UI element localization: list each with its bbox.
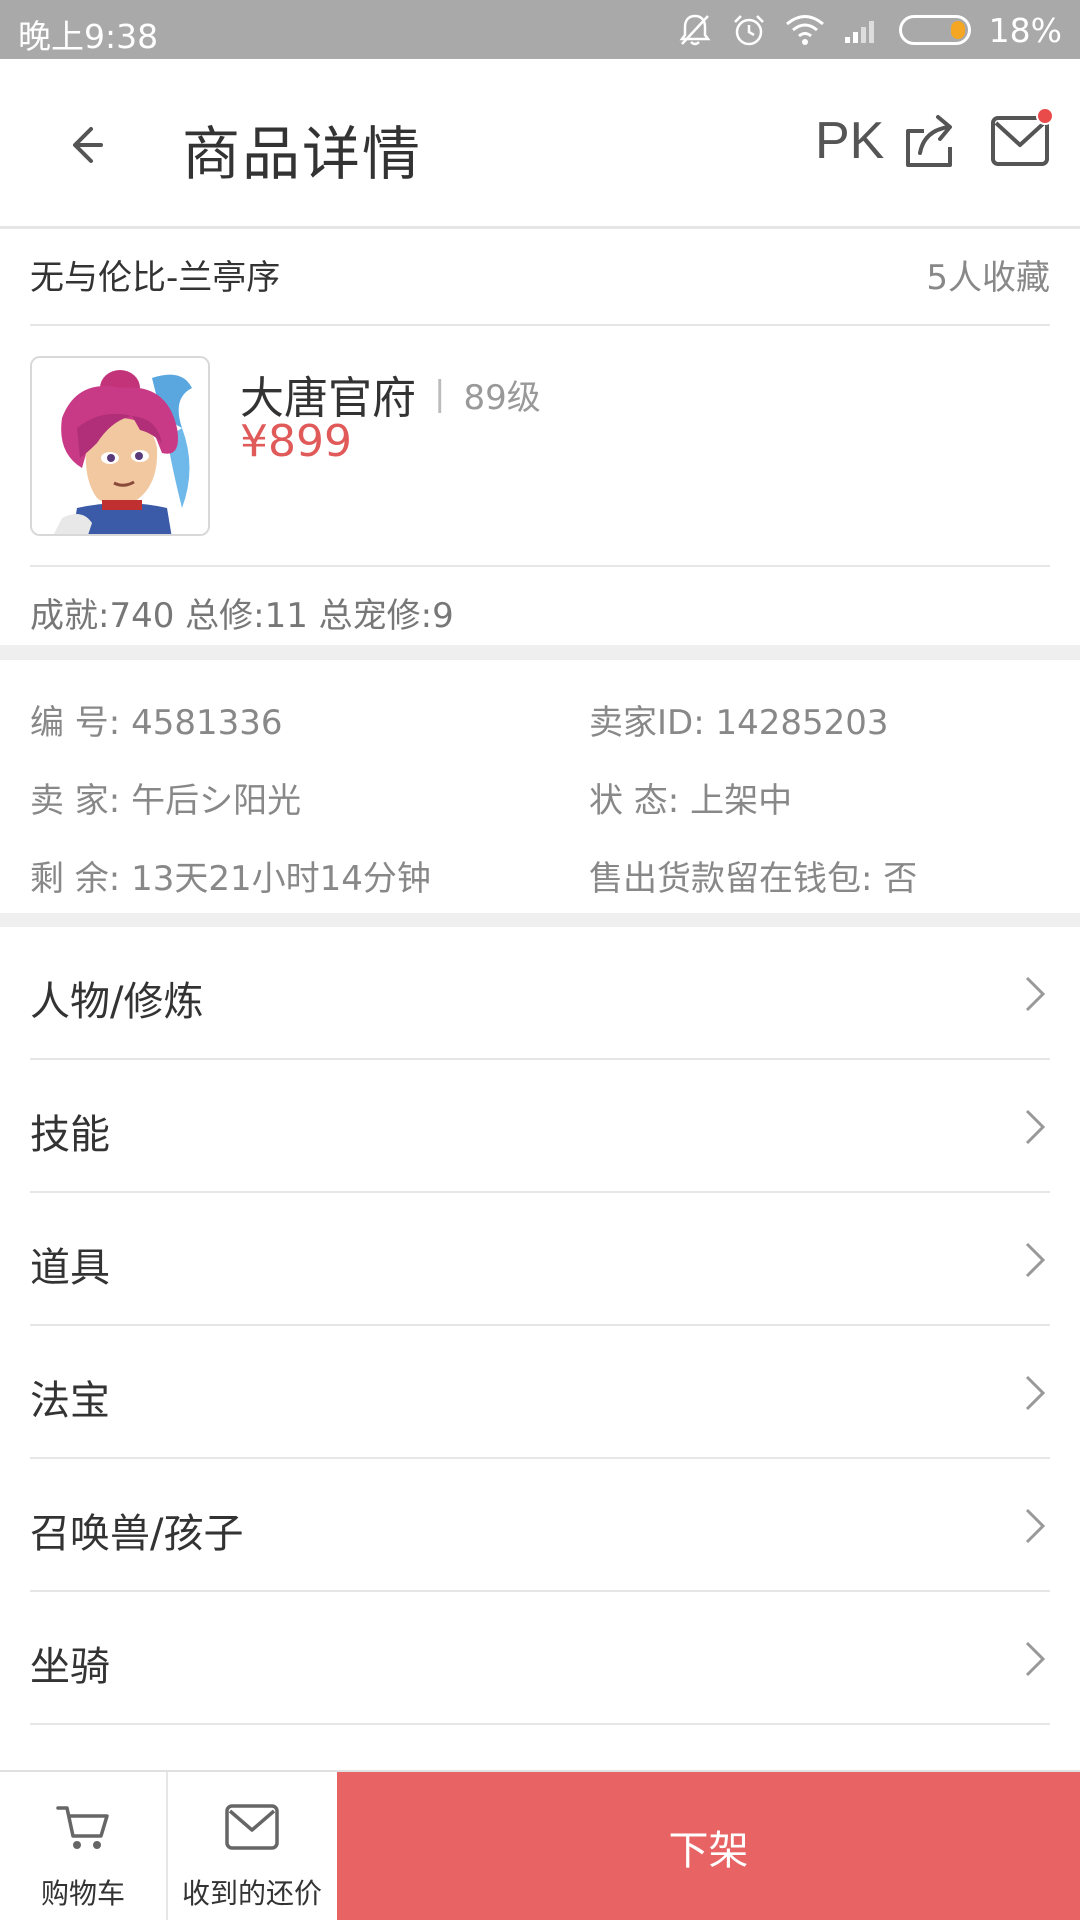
- wifi-icon: [785, 15, 824, 45]
- offers-tab[interactable]: 收到的还价: [168, 1772, 336, 1920]
- header: 商品详情 PK: [0, 59, 1080, 229]
- offer-mail-icon: [225, 1804, 279, 1850]
- time-remaining: 剩 余: 13天21小时14分钟: [30, 859, 431, 899]
- section-gap: [0, 645, 1080, 660]
- menu-item-label: 召唤兽/孩子: [30, 1511, 244, 1557]
- chevron-right-icon: [1025, 1109, 1046, 1145]
- cart-icon: [56, 1806, 109, 1849]
- role-divider: |: [434, 374, 446, 414]
- chevron-right-icon: [1025, 976, 1046, 1012]
- menu-item-skills[interactable]: 技能: [0, 1060, 1080, 1193]
- menu-item-mounts[interactable]: 坐骑: [0, 1592, 1080, 1725]
- cart-label: 购物车: [40, 1877, 125, 1910]
- character-avatar[interactable]: [30, 356, 210, 536]
- chevron-right-icon: [1025, 1375, 1046, 1411]
- product-summary: 无与伦比-兰亭序 5人收藏 大唐官府 | 89级 ¥899 成就:740 总修:: [0, 232, 1080, 645]
- status-time: 晚上9:38: [18, 17, 159, 56]
- menu-item-label: 技能: [30, 1112, 110, 1158]
- status-icons: 18%: [677, 8, 1062, 52]
- bottom-bar: 购物车 收到的还价 下架: [0, 1770, 1080, 1920]
- menu-item-character[interactable]: 人物/修炼: [0, 927, 1080, 1060]
- chevron-right-icon: [1025, 1508, 1046, 1544]
- menu-item-items[interactable]: 道具: [0, 1193, 1080, 1326]
- menu-item-label: 人物/修炼: [30, 979, 204, 1025]
- signal-icon: [844, 21, 874, 43]
- menu-item-label: 坐骑: [30, 1644, 110, 1690]
- menu-item-treasures[interactable]: 法宝: [0, 1326, 1080, 1459]
- status-bar: 晚上9:38 18%: [0, 0, 1080, 59]
- wallet-setting: 售出货款留在钱包: 否: [589, 859, 918, 899]
- info-grid: 编 号: 4581336 卖家ID: 14285203 卖 家: 午后シ阳光 状…: [0, 660, 1080, 913]
- battery-percent: 18%: [988, 10, 1062, 50]
- favorite-count: 5人收藏: [926, 258, 1050, 298]
- seller-name: 卖 家: 午后シ阳光: [30, 781, 302, 821]
- price: ¥899: [240, 416, 352, 467]
- role-level: 89级: [463, 377, 541, 418]
- battery-icon: [898, 15, 971, 45]
- mute-icon: [679, 14, 711, 46]
- back-arrow-icon[interactable]: [55, 115, 115, 175]
- menu-item-label: 道具: [30, 1245, 110, 1291]
- alarm-icon: [733, 15, 764, 46]
- share-icon[interactable]: [902, 111, 958, 171]
- item-number: 编 号: 4581336: [30, 703, 283, 743]
- menu-item-label: 法宝: [30, 1378, 110, 1424]
- offers-label: 收到的还价: [181, 1877, 322, 1910]
- pk-button[interactable]: PK: [815, 111, 884, 171]
- detail-menu: 人物/修炼 技能 道具 法宝 召唤兽/孩子 坐骑: [0, 927, 1080, 1725]
- section-gap: [0, 913, 1080, 927]
- notification-dot: [1036, 107, 1054, 125]
- menu-item-pets[interactable]: 召唤兽/孩子: [0, 1459, 1080, 1592]
- cart-tab[interactable]: 购物车: [0, 1772, 168, 1920]
- character-stats: 成就:740 总修:11 总宠修:9: [30, 596, 454, 636]
- delist-button[interactable]: 下架: [337, 1772, 1080, 1920]
- chevron-right-icon: [1025, 1242, 1046, 1278]
- divider: [30, 565, 1050, 567]
- server-name: 无与伦比-兰亭序: [30, 258, 281, 298]
- seller-id: 卖家ID: 14285203: [589, 703, 889, 743]
- page-title: 商品详情: [182, 120, 423, 188]
- divider: [30, 324, 1050, 326]
- chevron-right-icon: [1025, 1641, 1046, 1677]
- listing-status: 状 态: 上架中: [589, 781, 793, 821]
